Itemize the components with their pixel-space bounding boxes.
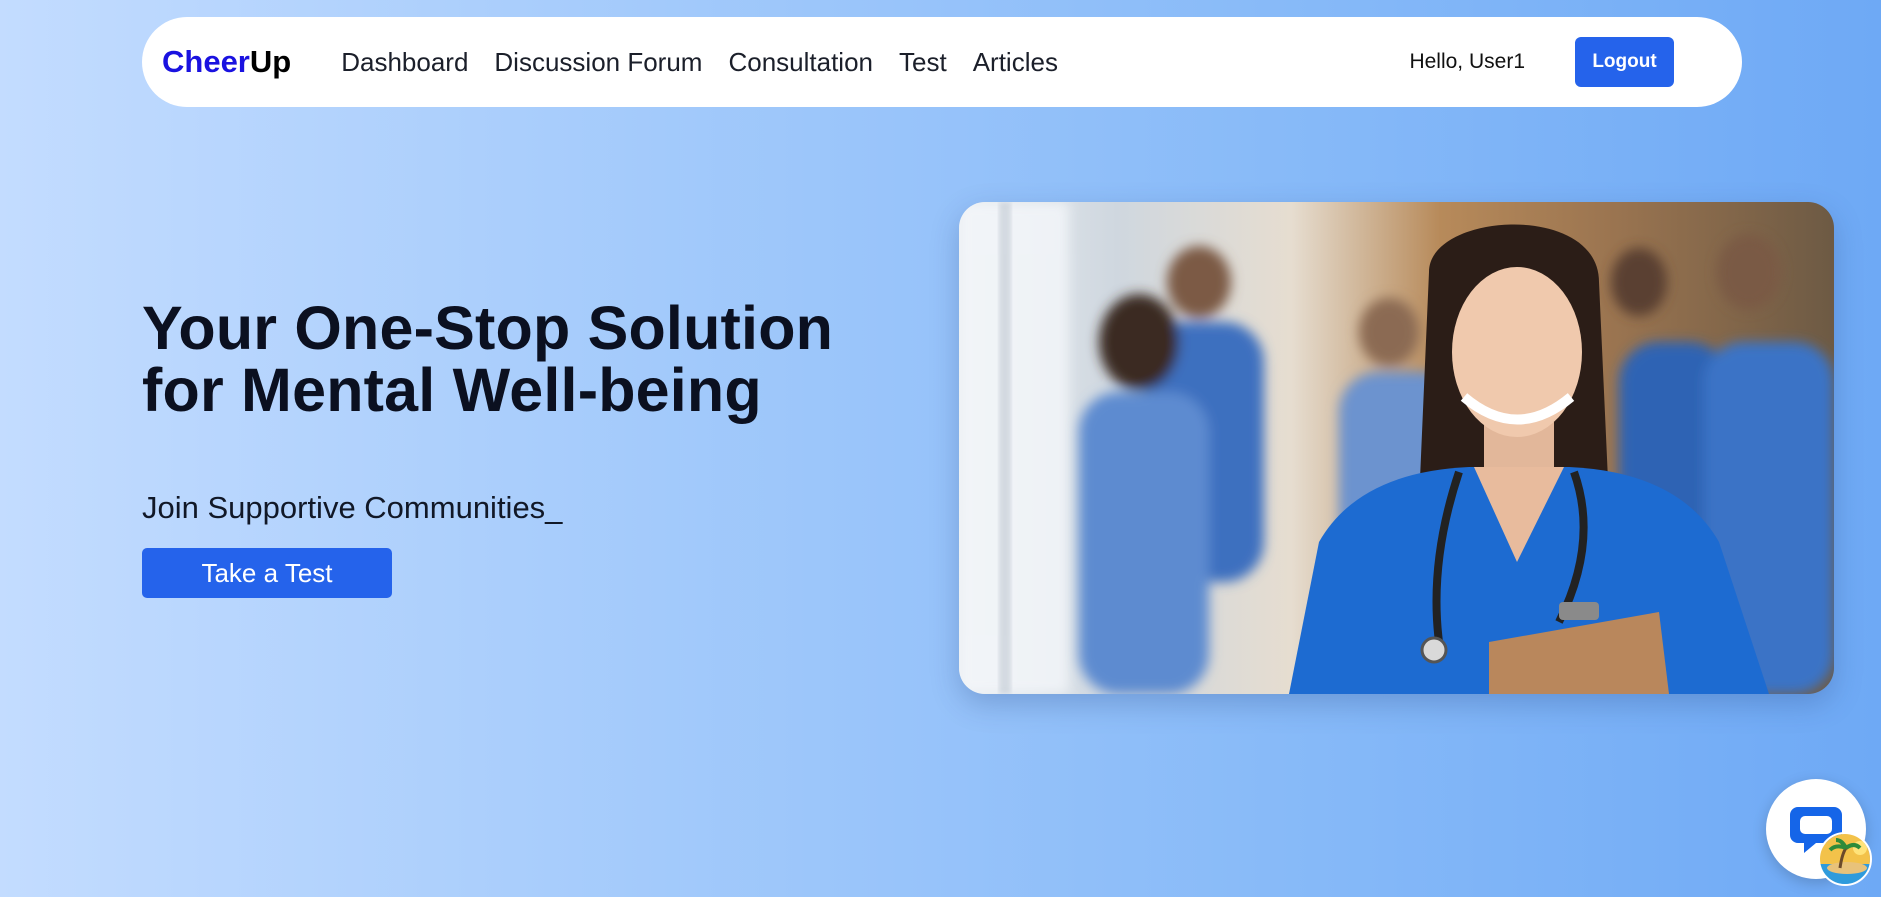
brand-logo[interactable]: CheerUp	[162, 44, 291, 80]
nav-links: Dashboard Discussion Forum Consultation …	[341, 47, 1084, 78]
hero-title-line2: for Mental Well-being	[142, 356, 762, 424]
hero-subtitle: Join Supportive Communities_	[142, 490, 563, 525]
brand-logo-part2: Up	[249, 44, 292, 79]
top-navbar: CheerUp Dashboard Discussion Forum Consu…	[142, 17, 1742, 107]
island-avatar-graphic	[1820, 834, 1870, 884]
brand-logo-part1: Cheer	[162, 44, 250, 79]
nav-link-articles[interactable]: Articles	[973, 47, 1058, 78]
hero-title: Your One-Stop Solution for Mental Well-b…	[142, 297, 833, 421]
take-test-button[interactable]: Take a Test	[142, 548, 392, 598]
nav-link-dashboard[interactable]: Dashboard	[341, 47, 468, 78]
hero-image-illustration	[959, 202, 1834, 694]
logout-button[interactable]: Logout	[1575, 37, 1674, 87]
nav-user-area: Hello, User1 Logout	[1409, 37, 1674, 87]
nav-link-discussion-forum[interactable]: Discussion Forum	[494, 47, 702, 78]
hero-title-line1: Your One-Stop Solution	[142, 294, 834, 362]
user-greeting: Hello, User1	[1409, 50, 1525, 73]
island-avatar-icon[interactable]	[1818, 832, 1872, 886]
hero-image	[959, 202, 1834, 694]
nav-link-test[interactable]: Test	[899, 47, 947, 78]
nav-link-consultation[interactable]: Consultation	[728, 47, 873, 78]
